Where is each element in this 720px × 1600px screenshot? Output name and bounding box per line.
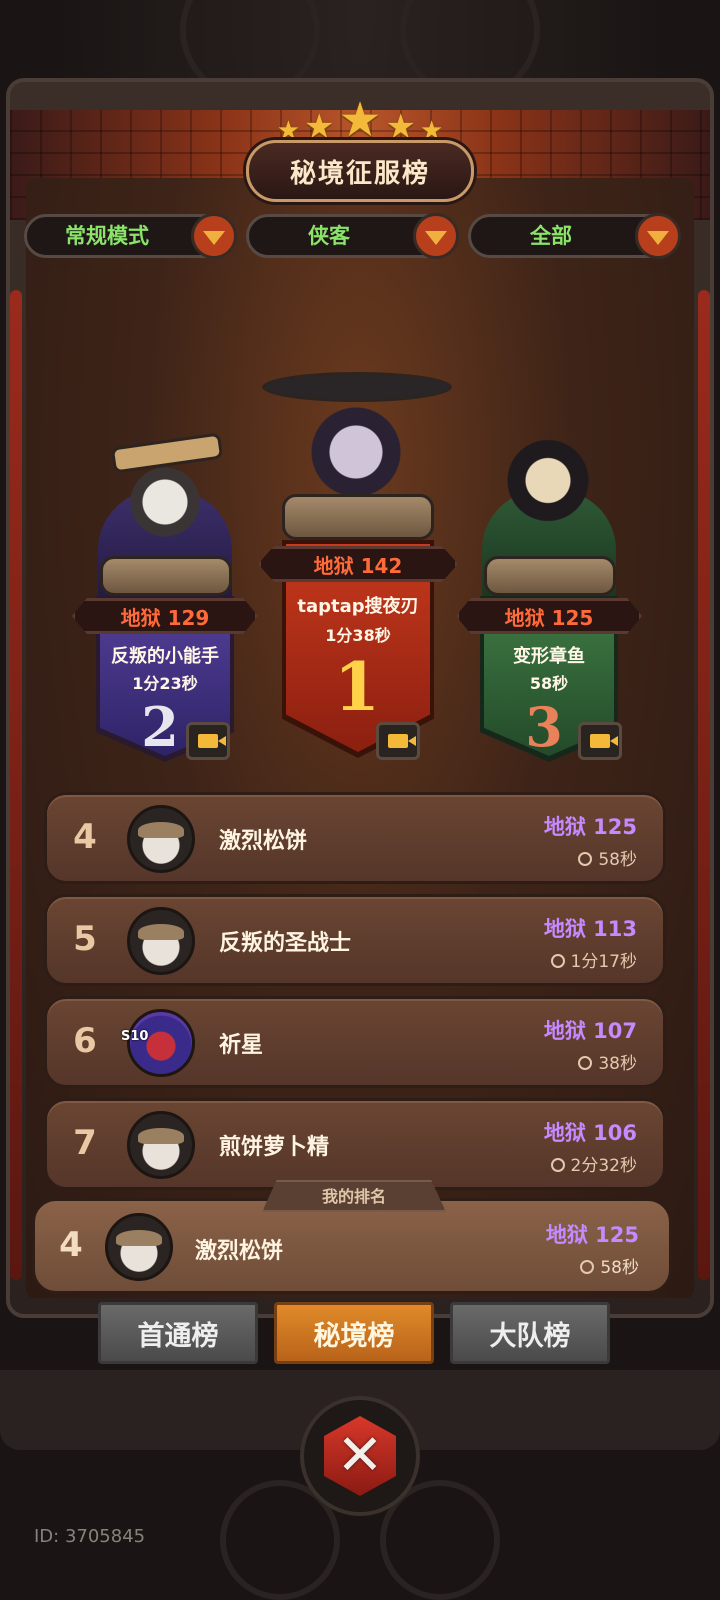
podium-level-tag: 地狱 125 — [456, 598, 642, 634]
clock-icon — [550, 1158, 565, 1172]
podium-rank-number: 2 — [141, 695, 179, 759]
close-icon: ✕ — [324, 1416, 396, 1496]
row-rank: 5 — [73, 919, 97, 959]
video-camera-icon — [388, 734, 416, 748]
row-time-text: 2分32秒 — [570, 1156, 637, 1176]
podium-player-name: 变形章鱼 — [513, 646, 585, 667]
avatar — [127, 907, 195, 975]
chevron-down-icon[interactable] — [191, 213, 237, 259]
podium-clear-time: 1分38秒 — [325, 626, 391, 645]
row-player-name: 煎饼萝卜精 — [219, 1135, 330, 1160]
avatar — [127, 1111, 195, 1179]
ranking-row[interactable]: 4 激烈松饼 地狱 125 58秒 — [44, 792, 666, 884]
filter-scope-label: 全部 — [530, 224, 572, 248]
row-level: 地狱 113 — [543, 917, 637, 941]
row-level: 地狱 107 — [543, 1019, 637, 1043]
page-title-text: 秘境征服榜 — [289, 158, 430, 189]
star-icon: ★ — [304, 107, 335, 147]
podium-clear-time: 1分23秒 — [132, 674, 198, 693]
row-level: 地狱 106 — [543, 1121, 637, 1145]
star-icon: ★ — [385, 107, 416, 147]
podium-rank-number: 1 — [334, 648, 380, 726]
clock-icon — [578, 852, 593, 866]
player-id: ID: 3705845 — [34, 1526, 146, 1547]
row-time: 2分32秒 — [550, 1151, 637, 1176]
podium-rank-number: 3 — [525, 695, 563, 759]
my-rank-tag: 我的排名 — [262, 1180, 446, 1212]
row-player-name: 激烈松饼 — [219, 829, 308, 854]
chevron-down-icon[interactable] — [635, 213, 681, 259]
left-rail — [10, 290, 22, 1280]
clock-icon — [550, 954, 565, 968]
row-time-text: 58秒 — [598, 850, 637, 870]
podium-clear-time: 58秒 — [529, 674, 569, 693]
podium-player-name: 反叛的小能手 — [111, 646, 219, 667]
row-time-text: 1分17秒 — [570, 952, 637, 972]
ranking-row[interactable]: 6 S10 祈星 地狱 107 38秒 — [44, 996, 666, 1088]
podium-level-tag: 地狱 142 — [258, 546, 458, 582]
podium-pedestal — [282, 494, 434, 540]
tab-team[interactable]: 大队榜 — [450, 1302, 610, 1364]
podium-level-tag: 地狱 129 — [72, 598, 258, 634]
replay-video-button[interactable] — [376, 722, 420, 760]
close-button[interactable]: ✕ — [300, 1396, 420, 1516]
my-time-text: 58秒 — [600, 1258, 639, 1278]
filter-mode-dropdown[interactable]: 常规模式 — [24, 213, 237, 259]
character-avatar — [496, 420, 600, 530]
my-time: 58秒 — [580, 1253, 639, 1278]
row-time: 58秒 — [578, 845, 637, 870]
row-rank: 4 — [73, 817, 97, 857]
filter-mode-label: 常规模式 — [65, 224, 149, 248]
podium-player-name: taptap搜夜刃 — [297, 596, 419, 617]
ranking-row[interactable]: 5 反叛的圣战士 地狱 113 1分17秒 — [44, 894, 666, 986]
filter-scope-dropdown[interactable]: 全部 — [468, 213, 681, 259]
podium-pedestal — [484, 556, 616, 596]
my-rank: 4 — [59, 1225, 83, 1265]
row-time: 1分17秒 — [550, 947, 637, 972]
tab-secret-realm[interactable]: 秘境榜 — [274, 1302, 434, 1364]
avatar — [127, 805, 195, 873]
right-rail — [698, 290, 710, 1280]
rating-stars: ★ ★ ★ ★ ★ — [260, 88, 460, 144]
my-rank-row[interactable]: 4 激烈松饼 地狱 125 58秒 — [32, 1198, 672, 1294]
row-time-text: 38秒 — [598, 1054, 637, 1074]
replay-video-button[interactable] — [186, 722, 230, 760]
my-level: 地狱 125 — [545, 1223, 639, 1247]
wide-hat — [262, 372, 452, 402]
clock-icon — [580, 1260, 595, 1274]
podium-pedestal — [100, 556, 232, 596]
filter-class-label: 侠客 — [308, 224, 350, 248]
star-icon: ★ — [338, 92, 382, 148]
replay-video-button[interactable] — [578, 722, 622, 760]
row-rank: 6 — [73, 1021, 97, 1061]
ranking-row[interactable]: 7 煎饼萝卜精 地狱 106 2分32秒 — [44, 1098, 666, 1190]
chevron-down-icon[interactable] — [413, 213, 459, 259]
season-badge: S10 — [121, 1029, 149, 1044]
row-time: 38秒 — [578, 1049, 637, 1074]
my-player-name: 激烈松饼 — [195, 1239, 284, 1264]
row-player-name: 祈星 — [219, 1033, 264, 1058]
video-camera-icon — [590, 734, 618, 748]
clock-icon — [578, 1056, 593, 1070]
page-title: 秘境征服榜 — [246, 140, 474, 202]
video-camera-icon — [198, 734, 226, 748]
row-player-name: 反叛的圣战士 — [219, 931, 352, 956]
avatar — [105, 1213, 173, 1281]
row-level: 地狱 125 — [543, 815, 637, 839]
tab-first-clear[interactable]: 首通榜 — [98, 1302, 258, 1364]
row-rank: 7 — [73, 1123, 97, 1163]
filter-class-dropdown[interactable]: 侠客 — [246, 213, 459, 259]
